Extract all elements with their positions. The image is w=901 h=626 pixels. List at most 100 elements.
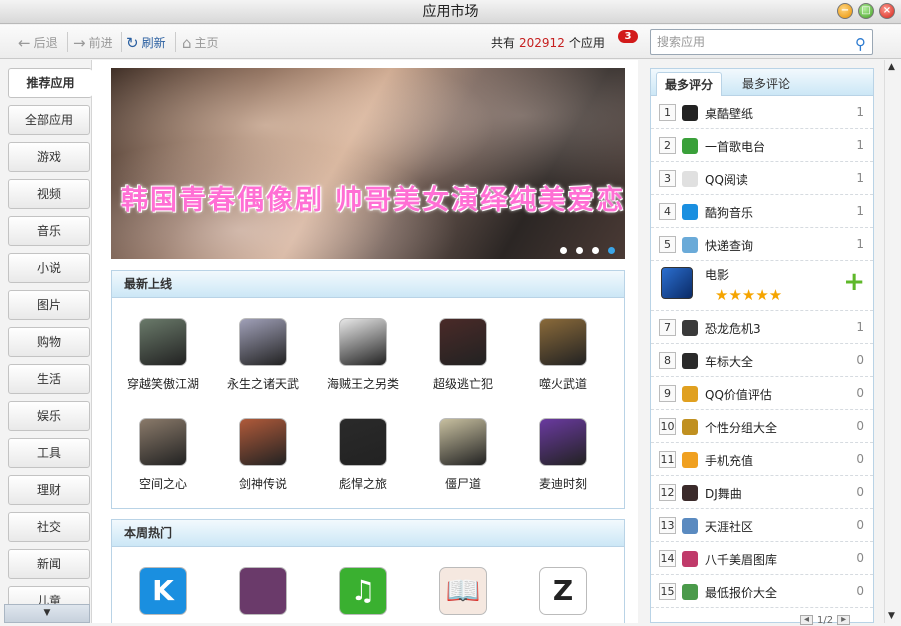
ranking-row[interactable]: 12 DJ舞曲 0 (651, 476, 873, 509)
app-tile[interactable]: 穿越笑傲江湖 (118, 318, 208, 392)
app-icon (239, 567, 287, 615)
app-icon (139, 318, 187, 366)
banner-dot[interactable] (592, 247, 599, 254)
sidebar-item[interactable]: 购物 (8, 327, 90, 357)
sidebar-item[interactable]: 小说 (8, 253, 90, 283)
sidebar-item[interactable]: 理财 (8, 475, 90, 505)
rating-count: 1 (856, 237, 864, 251)
sidebar-item[interactable]: 图片 (8, 290, 90, 320)
latest-panel: 最新上线 穿越笑傲江湖 永生之诸天武 海贼王之另类 超级逃亡犯 噬火武道空间之心 剑神传说… (111, 270, 625, 509)
app-name: DJ舞曲 (705, 487, 742, 501)
ranking-row[interactable]: 3 QQ阅读 1 (651, 162, 873, 195)
featured-app[interactable]: 电影 ★★★★★ + (651, 259, 873, 311)
next-page-button[interactable]: ▸ (837, 615, 851, 625)
ranking-row[interactable]: 11 手机充值 0 (651, 443, 873, 476)
app-icon (682, 551, 698, 567)
app-tile[interactable]: 彪悍之旅 (318, 418, 408, 492)
minimize-button[interactable]: − (837, 3, 853, 19)
sidebar-scroll-down[interactable]: ▼ (4, 604, 90, 623)
sidebar-item[interactable]: 工具 (8, 438, 90, 468)
category-sidebar: 推荐应用 全部应用 游戏 视频 音乐 小说 图片 购物 生活 娱乐 工具 理财 社交 新闻 儿童 (0, 60, 92, 623)
weekly-title: 本周热门 (112, 520, 624, 547)
forward-button[interactable]: → 前进 (73, 34, 113, 51)
app-tile[interactable]: 噬火武道 (518, 318, 608, 392)
rank-number: 5 (659, 236, 676, 253)
app-icon (682, 320, 698, 336)
ranking-row[interactable]: 5 快递查询 1 (651, 228, 873, 261)
rank-number: 11 (659, 451, 676, 468)
app-tile[interactable]: ♫ (318, 567, 408, 615)
rating-count: 0 (856, 551, 864, 565)
sidebar-item[interactable]: 全部应用 (8, 105, 90, 135)
app-tile[interactable]: 永生之诸天武 (218, 318, 308, 392)
app-tile[interactable]: 僵尸道 (418, 418, 508, 492)
ranking-row[interactable]: 10 个性分组大全 0 (651, 410, 873, 443)
app-tile[interactable]: 超级逃亡犯 (418, 318, 508, 392)
sidebar-item[interactable]: 新闻 (8, 549, 90, 579)
close-button[interactable]: × (879, 3, 895, 19)
app-tile[interactable] (218, 567, 308, 615)
app-name: 酷狗音乐 (705, 206, 754, 220)
app-name: 剑神传说 (238, 477, 287, 491)
banner-dot[interactable] (560, 247, 567, 254)
ranking-row[interactable]: 9 QQ价值评估 0 (651, 377, 873, 410)
app-icon (682, 584, 698, 600)
home-button[interactable]: ⌂ 主页 (182, 34, 219, 51)
sidebar-item[interactable]: 游戏 (8, 142, 90, 172)
clapperboard-icon (661, 267, 693, 299)
ranking-row[interactable]: 2 一首歌电台 1 (651, 129, 873, 162)
app-icon (682, 138, 698, 154)
app-tile[interactable]: Z (518, 567, 608, 615)
ranking-row[interactable]: 1 桌酷壁纸 1 (651, 96, 873, 129)
back-button[interactable]: ← 后退 (18, 34, 58, 51)
sidebar-item[interactable]: 社交 (8, 512, 90, 542)
app-name: 桌酷壁纸 (705, 107, 754, 121)
app-name: 车标大全 (705, 355, 754, 369)
tab-most-rated[interactable]: 最多评分 (656, 72, 722, 96)
tab-most-commented[interactable]: 最多评论 (731, 72, 801, 96)
sidebar-item[interactable]: 推荐应用 (8, 68, 92, 98)
add-icon[interactable]: + (843, 269, 865, 295)
sidebar-item[interactable]: 娱乐 (8, 401, 90, 431)
rank-number: 12 (659, 484, 676, 501)
search-input[interactable]: 搜索应用 ⚲ (650, 29, 873, 55)
app-name: 僵尸道 (444, 477, 481, 491)
app-name: 个性分组大全 (705, 421, 778, 435)
app-tile[interactable]: 海贼王之另类 (318, 318, 408, 392)
app-tile[interactable]: 麦迪时刻 (518, 418, 608, 492)
prev-page-button[interactable]: ◂ (800, 615, 813, 625)
ranking-row[interactable]: 4 酷狗音乐 1 (651, 195, 873, 228)
ranking-row[interactable]: 14 八千美眉图库 0 (651, 542, 873, 575)
promo-banner[interactable]: 韩国青春偶像剧 帅哥美女演绎纯美爱恋 (111, 68, 625, 259)
app-tile[interactable]: 📖 (418, 567, 508, 615)
banner-dot[interactable] (608, 247, 615, 254)
maximize-button[interactable]: □ (858, 3, 874, 19)
rating-count: 1 (856, 320, 864, 334)
banner-dot[interactable] (576, 247, 583, 254)
scroll-up-arrow[interactable]: ▲ (888, 62, 895, 72)
search-icon[interactable]: ⚲ (855, 32, 866, 56)
app-tile[interactable]: 空间之心 (118, 418, 208, 492)
app-icon: ♫ (339, 567, 387, 615)
scroll-down-arrow[interactable]: ▼ (888, 611, 895, 621)
rating-count: 1 (856, 105, 864, 119)
ranking-row[interactable]: 8 车标大全 0 (651, 344, 873, 377)
rank-number: 10 (659, 418, 676, 435)
app-tile[interactable]: K (118, 567, 208, 615)
app-icon: Z (539, 567, 587, 615)
sidebar-item[interactable]: 视频 (8, 179, 90, 209)
banner-pager (560, 247, 615, 254)
ranking-row[interactable]: 13 天涯社区 0 (651, 509, 873, 542)
window-titlebar: 应用市场 − □ × (0, 0, 901, 24)
sidebar-item[interactable]: 音乐 (8, 216, 90, 246)
ranking-row[interactable]: 7 恐龙危机3 1 (651, 311, 873, 344)
latest-title: 最新上线 (112, 271, 624, 298)
app-tile[interactable]: 剑神传说 (218, 418, 308, 492)
page-scrollbar[interactable]: ▲ ▼ (884, 60, 901, 623)
sidebar-item[interactable]: 生活 (8, 364, 90, 394)
refresh-button[interactable]: ↻ 刷新 (126, 34, 166, 51)
notification-badge[interactable]: 3 (618, 30, 638, 43)
app-icon (539, 318, 587, 366)
banner-text: 韩国青春偶像剧 帅哥美女演绎纯美爱恋 (121, 185, 625, 216)
ranking-row[interactable]: 15 最低报价大全 0 (651, 575, 873, 608)
